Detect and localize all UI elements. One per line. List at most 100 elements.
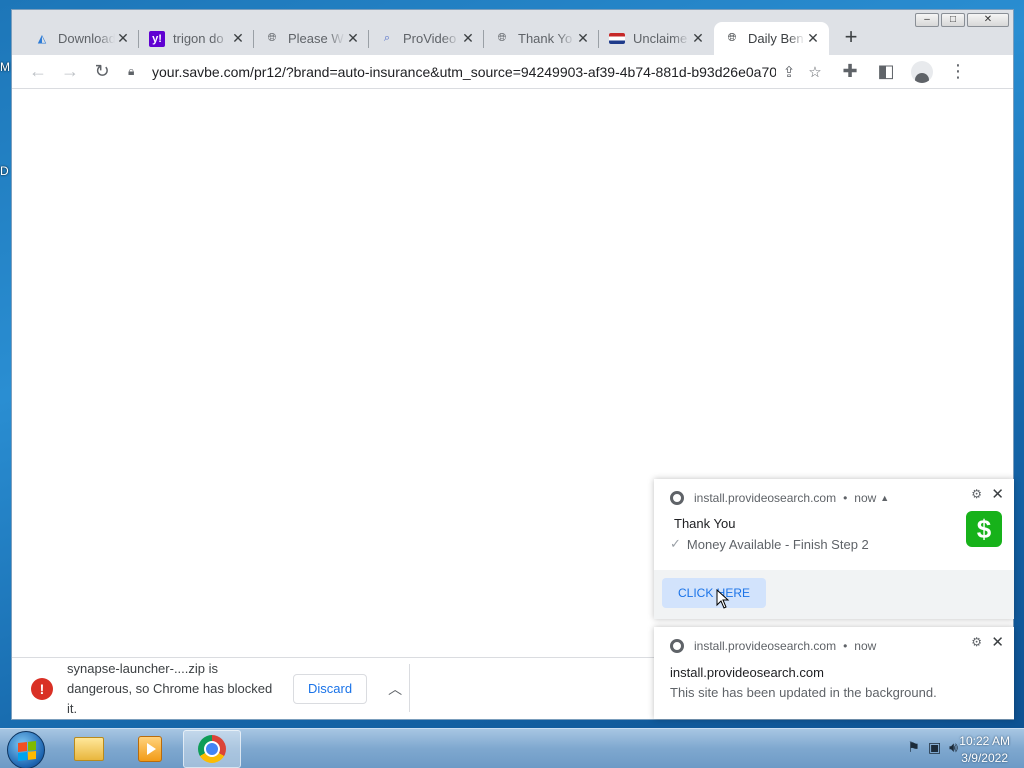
tab-provideo[interactable]: ⌕ ProVideo ✕ bbox=[369, 22, 484, 55]
start-button[interactable] bbox=[7, 731, 45, 768]
tab-trigon[interactable]: y! trigon do ✕ bbox=[139, 22, 254, 55]
flag-icon bbox=[609, 33, 625, 44]
chevron-up-icon[interactable]: ︿ bbox=[385, 679, 405, 699]
notification-thank-you[interactable]: install.provideosearch.com • now ▲ ⚙ ✕ T… bbox=[654, 479, 1014, 619]
close-tab-icon[interactable]: ✕ bbox=[805, 30, 821, 47]
taskbar-clock[interactable]: 10:22 AM 3/9/2022 bbox=[959, 733, 1010, 767]
separator-dot: • bbox=[843, 491, 848, 505]
globe-icon: 🌐︎ bbox=[727, 32, 737, 44]
chrome-icon bbox=[670, 639, 684, 653]
minimize-button[interactable]: – bbox=[915, 13, 939, 27]
download-bar-divider bbox=[409, 664, 410, 712]
notification-message: This site has been updated in the backgr… bbox=[670, 685, 937, 700]
gear-icon[interactable]: ⚙ bbox=[971, 487, 982, 501]
restore-button[interactable]: □ bbox=[941, 13, 965, 27]
cash-app-logo-icon: $ bbox=[966, 511, 1002, 547]
reload-button[interactable]: ↻ bbox=[88, 58, 116, 86]
yahoo-icon: y! bbox=[149, 30, 165, 47]
tab-thank-you[interactable]: 🌐︎ Thank Yo ✕ bbox=[484, 22, 599, 55]
close-tab-icon[interactable]: ✕ bbox=[345, 30, 361, 47]
tab-list: ◭ Download ✕ y! trigon do ✕ 🌐︎ Please W … bbox=[24, 22, 865, 55]
notification-header: install.provideosearch.com • now ▲ bbox=[670, 491, 889, 505]
chrome-icon bbox=[198, 735, 226, 763]
bookmark-star-icon[interactable]: ☆ bbox=[802, 63, 828, 81]
separator-dot: • bbox=[843, 639, 848, 653]
volume-icon[interactable]: 🔊︎ bbox=[949, 739, 958, 756]
close-tab-icon[interactable]: ✕ bbox=[115, 30, 131, 47]
globe-icon: 🌐︎ bbox=[497, 32, 507, 44]
system-tray: ⚑ ▣ 🔊︎ bbox=[907, 739, 958, 756]
tab-strip: ◭ Download ✕ y! trigon do ✕ 🌐︎ Please W … bbox=[12, 10, 1013, 55]
back-button[interactable]: ← bbox=[24, 58, 52, 86]
gear-icon[interactable]: ⚙ bbox=[971, 635, 982, 649]
lock-icon[interactable]: 🔒︎ bbox=[128, 64, 146, 79]
clock-date: 3/9/2022 bbox=[961, 751, 1008, 765]
chrome-taskbar-button[interactable] bbox=[183, 730, 241, 768]
tab-download[interactable]: ◭ Download ✕ bbox=[24, 22, 139, 55]
notification-origin: install.provideosearch.com bbox=[694, 639, 837, 653]
media-player-taskbar-button[interactable] bbox=[121, 730, 179, 768]
media-player-icon bbox=[138, 736, 162, 762]
tab-title: ProVideo bbox=[403, 31, 457, 46]
address-bar[interactable]: 🔒︎ your.savbe.com/pr12/?brand=auto-insur… bbox=[124, 58, 828, 86]
tab-title: Thank Yo bbox=[518, 31, 573, 46]
notification-header: install.provideosearch.com • now bbox=[670, 639, 876, 653]
click-here-button[interactable]: CLICK HERE bbox=[662, 578, 767, 608]
download-warning-text: synapse-launcher-....zip is dangerous, s… bbox=[67, 661, 273, 716]
explorer-icon bbox=[74, 737, 104, 761]
desktop-icon-label-m: M bbox=[0, 60, 10, 74]
notification-time: now bbox=[854, 491, 877, 505]
side-panel-icon[interactable]: ◧ bbox=[872, 58, 900, 86]
extensions-puzzle-icon[interactable]: ✚ bbox=[836, 58, 864, 86]
download-bar: ! synapse-launcher-....zip is dangerous,… bbox=[12, 657, 654, 719]
url-text[interactable]: your.savbe.com/pr12/?brand=auto-insuranc… bbox=[152, 64, 776, 80]
globe-icon: 🌐︎ bbox=[267, 32, 277, 44]
window-controls: – □ ✕ bbox=[915, 13, 1009, 27]
notification-title: Thank You bbox=[674, 516, 736, 531]
discard-button[interactable]: Discard bbox=[293, 674, 368, 704]
desktop-icon-label-d: D bbox=[0, 164, 9, 178]
notification-message: ✓ Money Available - Finish Step 2 bbox=[670, 536, 869, 552]
tab-title: Unclaime bbox=[633, 31, 688, 46]
tab-daily-benefits[interactable]: 🌐︎ Daily Ben ✕ bbox=[714, 22, 829, 55]
chevron-up-icon[interactable]: ▲ bbox=[880, 493, 889, 503]
windows-logo-icon bbox=[18, 741, 36, 761]
browser-toolbar: ← → ↻ 🔒︎ your.savbe.com/pr12/?brand=auto… bbox=[12, 55, 1013, 89]
share-icon[interactable]: ⇪ bbox=[776, 63, 802, 81]
notification-origin: install.provideosearch.com bbox=[694, 491, 837, 505]
notification-actions: CLICK HERE bbox=[654, 570, 1014, 619]
notification-time: now bbox=[854, 639, 877, 653]
notification-title: install.provideosearch.com bbox=[670, 665, 824, 680]
close-window-button[interactable]: ✕ bbox=[967, 13, 1009, 27]
provideo-icon: ⌕ bbox=[383, 32, 391, 44]
taskbar: ⚑ ▣ 🔊︎ 10:22 AM 3/9/2022 bbox=[0, 728, 1024, 768]
toolbar-actions: ✚ ◧ ⋮ bbox=[836, 58, 972, 86]
clock-time: 10:22 AM bbox=[959, 734, 1010, 748]
close-tab-icon[interactable]: ✕ bbox=[230, 30, 246, 47]
close-tab-icon[interactable]: ✕ bbox=[690, 30, 706, 47]
network-icon[interactable]: ▣ bbox=[928, 739, 941, 756]
mega-icon: ◭ bbox=[37, 33, 47, 45]
action-center-flag-icon[interactable]: ⚑ bbox=[907, 739, 920, 756]
checkmark-icon: ✓ bbox=[670, 536, 681, 551]
close-tab-icon[interactable]: ✕ bbox=[460, 30, 476, 47]
close-icon[interactable]: ✕ bbox=[991, 485, 1004, 503]
notification-background-update[interactable]: install.provideosearch.com • now ⚙ ✕ ins… bbox=[654, 627, 1014, 719]
close-tab-icon[interactable]: ✕ bbox=[575, 30, 591, 47]
tab-please-wait[interactable]: 🌐︎ Please W ✕ bbox=[254, 22, 369, 55]
close-icon[interactable]: ✕ bbox=[991, 633, 1004, 651]
profile-button[interactable] bbox=[908, 58, 936, 86]
tab-title: Daily Ben bbox=[748, 31, 804, 46]
tab-title: trigon do bbox=[173, 31, 224, 46]
chrome-icon bbox=[670, 491, 684, 505]
tab-unclaimed[interactable]: Unclaime ✕ bbox=[599, 22, 714, 55]
notification-message-text: Money Available - Finish Step 2 bbox=[686, 536, 869, 552]
warning-icon: ! bbox=[31, 678, 53, 700]
tab-title: Download bbox=[58, 31, 115, 46]
avatar-icon bbox=[911, 60, 933, 83]
tab-title: Please W bbox=[288, 31, 344, 46]
explorer-taskbar-button[interactable] bbox=[60, 730, 118, 768]
new-tab-button[interactable]: + bbox=[837, 24, 865, 52]
menu-dots-icon[interactable]: ⋮ bbox=[944, 58, 972, 86]
forward-button[interactable]: → bbox=[56, 58, 84, 86]
